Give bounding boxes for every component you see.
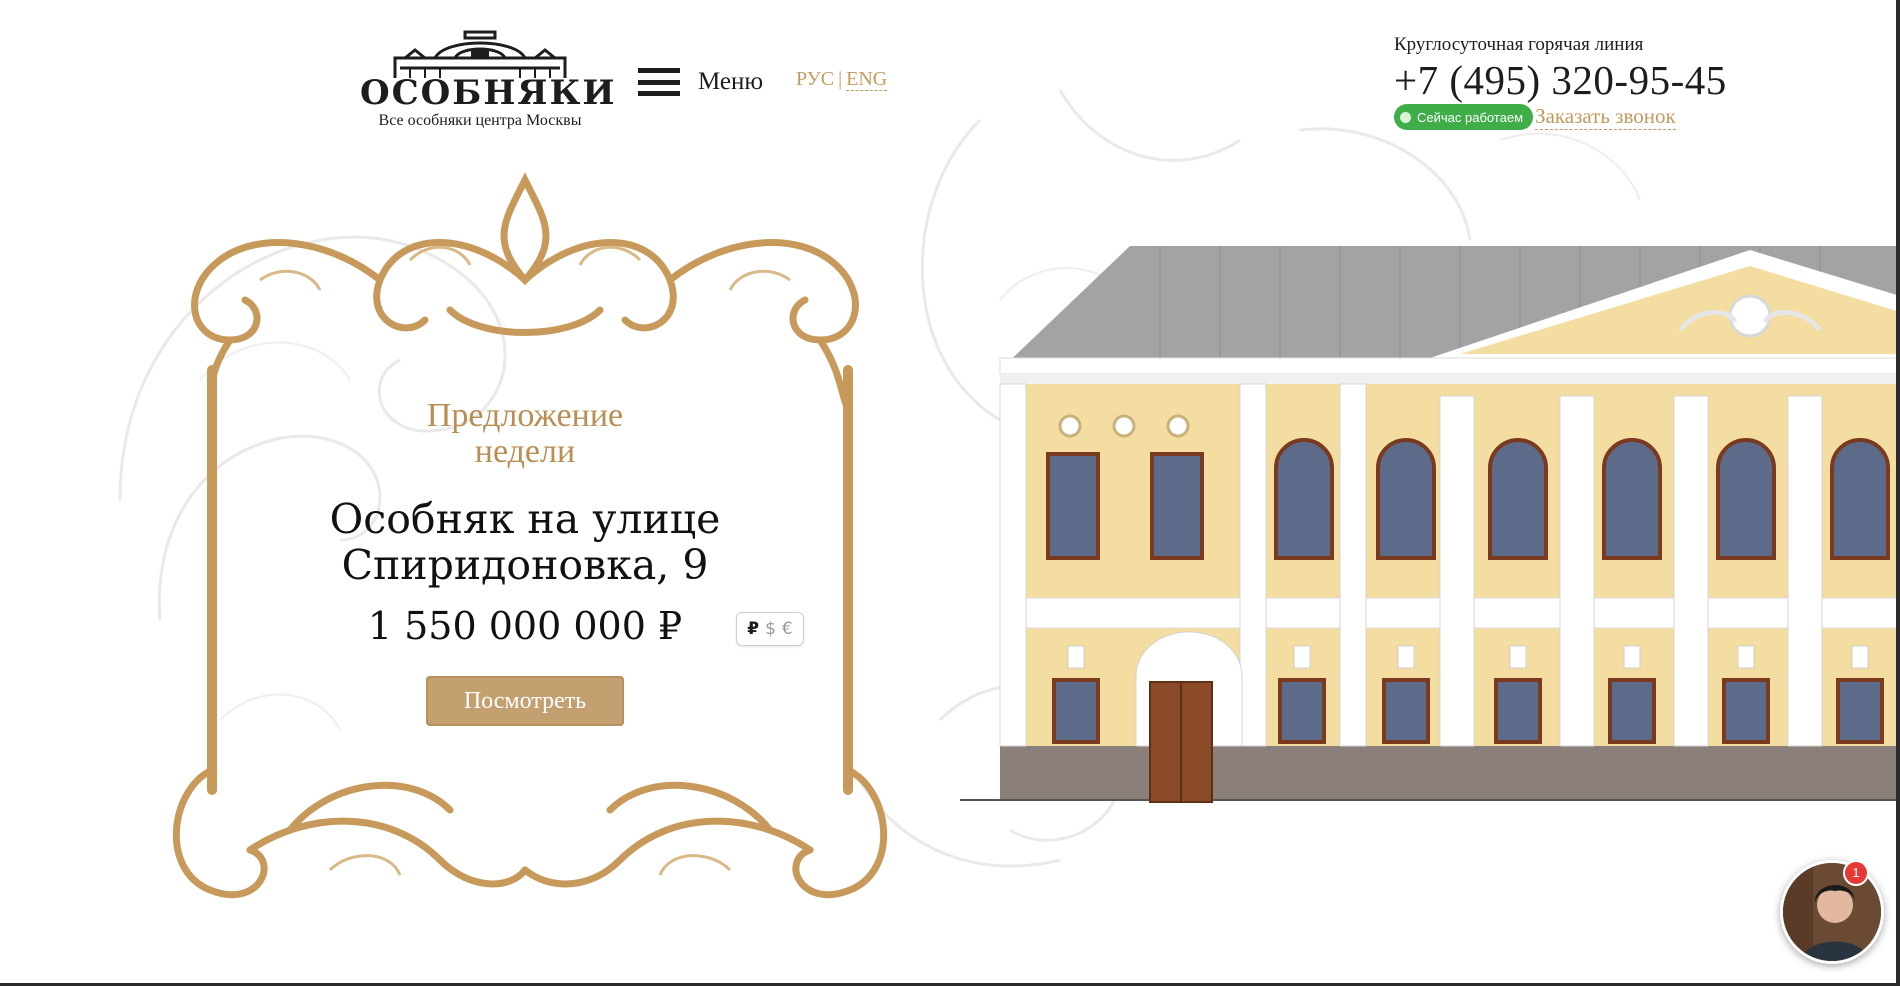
hotline-phone[interactable]: +7 (495) 320-95-45 bbox=[1394, 58, 1727, 102]
currency-switcher: ₽ $ € bbox=[736, 612, 804, 646]
status-badge: Сейчас работаем bbox=[1394, 104, 1534, 130]
hamburger-icon bbox=[638, 68, 680, 96]
language-switcher: РУС | ENG bbox=[796, 68, 888, 91]
currency-usd[interactable]: $ bbox=[765, 619, 776, 639]
hotline-label: Круглосуточная горячая линия bbox=[1394, 34, 1644, 55]
window-edge-right bbox=[1896, 0, 1900, 986]
status-badge-label: Сейчас работаем bbox=[1417, 109, 1524, 125]
online-dot-icon bbox=[1400, 111, 1411, 123]
lang-separator: | bbox=[838, 68, 843, 90]
logo-subtitle: Все особняки центра Москвы bbox=[378, 112, 582, 129]
hotline-block: Круглосуточная горячая линия +7 (495) 32… bbox=[1394, 34, 1727, 130]
lang-en[interactable]: ENG bbox=[846, 68, 888, 91]
menu-button[interactable]: Меню bbox=[638, 64, 763, 100]
lang-ru[interactable]: РУС bbox=[796, 68, 834, 90]
offer-of-week: Предложение недели Особняк на улице Спир… bbox=[210, 398, 840, 726]
currency-eur[interactable]: € bbox=[782, 619, 793, 639]
menu-label: Меню bbox=[698, 68, 764, 95]
callback-link[interactable]: Заказать звонок bbox=[1535, 104, 1676, 130]
mansion-facade-illustration bbox=[960, 246, 1900, 803]
view-button[interactable]: Посмотреть bbox=[426, 676, 624, 726]
offer-kicker: Предложение недели bbox=[426, 397, 624, 470]
currency-rub[interactable]: ₽ bbox=[747, 619, 759, 639]
site-logo[interactable]: ОСОБНЯКИ Все особняки центра Москвы bbox=[360, 28, 617, 133]
unread-badge: 1 bbox=[1843, 860, 1869, 886]
offer-title[interactable]: Особняк на улице Спиридоновка, 9 bbox=[315, 496, 735, 588]
offer-price: 1 550 000 000 ₽ bbox=[367, 604, 683, 648]
logo-title: ОСОБНЯКИ bbox=[360, 73, 617, 113]
